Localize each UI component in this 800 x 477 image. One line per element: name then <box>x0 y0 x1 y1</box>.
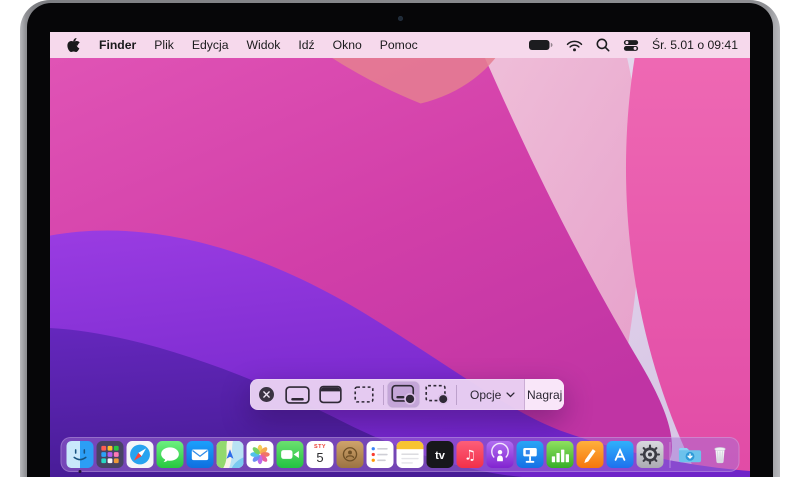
dock-item-trash[interactable] <box>707 441 734 468</box>
options-dropdown[interactable]: Opcje <box>460 379 525 410</box>
capture-window-button[interactable] <box>314 381 347 408</box>
menu-bar-clock[interactable]: Śr. 5.01 o 09:41 <box>652 38 738 52</box>
wifi-icon[interactable] <box>566 39 583 52</box>
menu-item-plik[interactable]: Plik <box>145 32 183 58</box>
webcam-icon <box>397 16 403 21</box>
menu-item-widok[interactable]: Widok <box>237 32 289 58</box>
dock-item-keynote[interactable] <box>516 441 544 468</box>
record-selection-button[interactable] <box>420 381 453 408</box>
menu-item-pomoc[interactable]: Pomoc <box>371 32 427 58</box>
menu-item-edycja[interactable]: Edycja <box>183 32 238 58</box>
dock: STY 5 tv ♫ <box>60 437 740 473</box>
control-center-icon[interactable] <box>623 39 639 52</box>
dock-item-mail[interactable] <box>186 441 214 468</box>
spotlight-search-icon[interactable] <box>596 38 610 52</box>
dock-item-numbers[interactable] <box>546 441 574 468</box>
macbook-frame: Finder Plik Edycja Widok Idź Okno Pomoc <box>20 0 780 477</box>
chevron-down-icon <box>506 391 515 397</box>
dock-separator <box>669 441 671 468</box>
dock-item-launchpad[interactable] <box>96 441 124 468</box>
capture-entire-screen-button[interactable] <box>281 381 314 408</box>
dock-item-messages[interactable] <box>156 441 184 468</box>
apple-menu[interactable] <box>67 32 90 58</box>
menu-bar: Finder Plik Edycja Widok Idź Okno Pomoc <box>50 32 750 58</box>
capture-selection-button[interactable] <box>347 381 380 408</box>
dock-item-finder[interactable] <box>66 441 94 473</box>
apple-logo-icon <box>67 37 80 52</box>
dock-item-safari[interactable] <box>126 441 154 468</box>
dock-item-facetime[interactable] <box>276 441 304 468</box>
record-label: Nagraj <box>527 387 563 402</box>
menu-item-okno[interactable]: Okno <box>324 32 371 58</box>
menu-item-idz[interactable]: Idź <box>289 32 323 58</box>
record-button[interactable]: Nagraj <box>525 379 564 410</box>
menu-item-finder[interactable]: Finder <box>90 32 145 58</box>
screenshot-toolbar: Opcje Nagraj <box>250 379 564 410</box>
dock-item-pages[interactable] <box>576 441 604 468</box>
dock-item-contacts[interactable] <box>336 441 364 468</box>
dock-item-reminders[interactable] <box>366 441 394 468</box>
dock-item-photos[interactable] <box>246 441 274 468</box>
toolbar-divider <box>383 384 384 405</box>
svg-text:♫: ♫ <box>464 448 476 464</box>
svg-text:tv: tv <box>435 450 446 462</box>
close-icon[interactable] <box>259 387 274 402</box>
wallpaper <box>50 32 750 477</box>
toolbar-divider <box>456 384 457 405</box>
dock-item-downloads[interactable] <box>677 441 704 468</box>
calendar-day-label: 5 <box>316 449 324 465</box>
dock-item-podcasts[interactable] <box>486 441 514 468</box>
dock-item-notes[interactable] <box>396 441 424 468</box>
dock-item-calendar[interactable]: STY 5 <box>306 441 334 468</box>
desktop-screen: Finder Plik Edycja Widok Idź Okno Pomoc <box>50 32 750 477</box>
running-indicator <box>78 470 82 473</box>
dock-item-appstore[interactable] <box>606 441 634 468</box>
dock-item-maps[interactable] <box>216 441 244 468</box>
dock-item-music[interactable]: ♫ <box>456 441 484 468</box>
dock-item-tv[interactable]: tv <box>426 441 454 468</box>
battery-icon[interactable] <box>528 39 553 51</box>
options-label: Opcje <box>470 387 502 402</box>
screen-bezel: Finder Plik Edycja Widok Idź Okno Pomoc <box>27 3 773 477</box>
dock-item-system-preferences[interactable] <box>636 441 664 468</box>
record-entire-screen-button[interactable] <box>387 381 420 408</box>
